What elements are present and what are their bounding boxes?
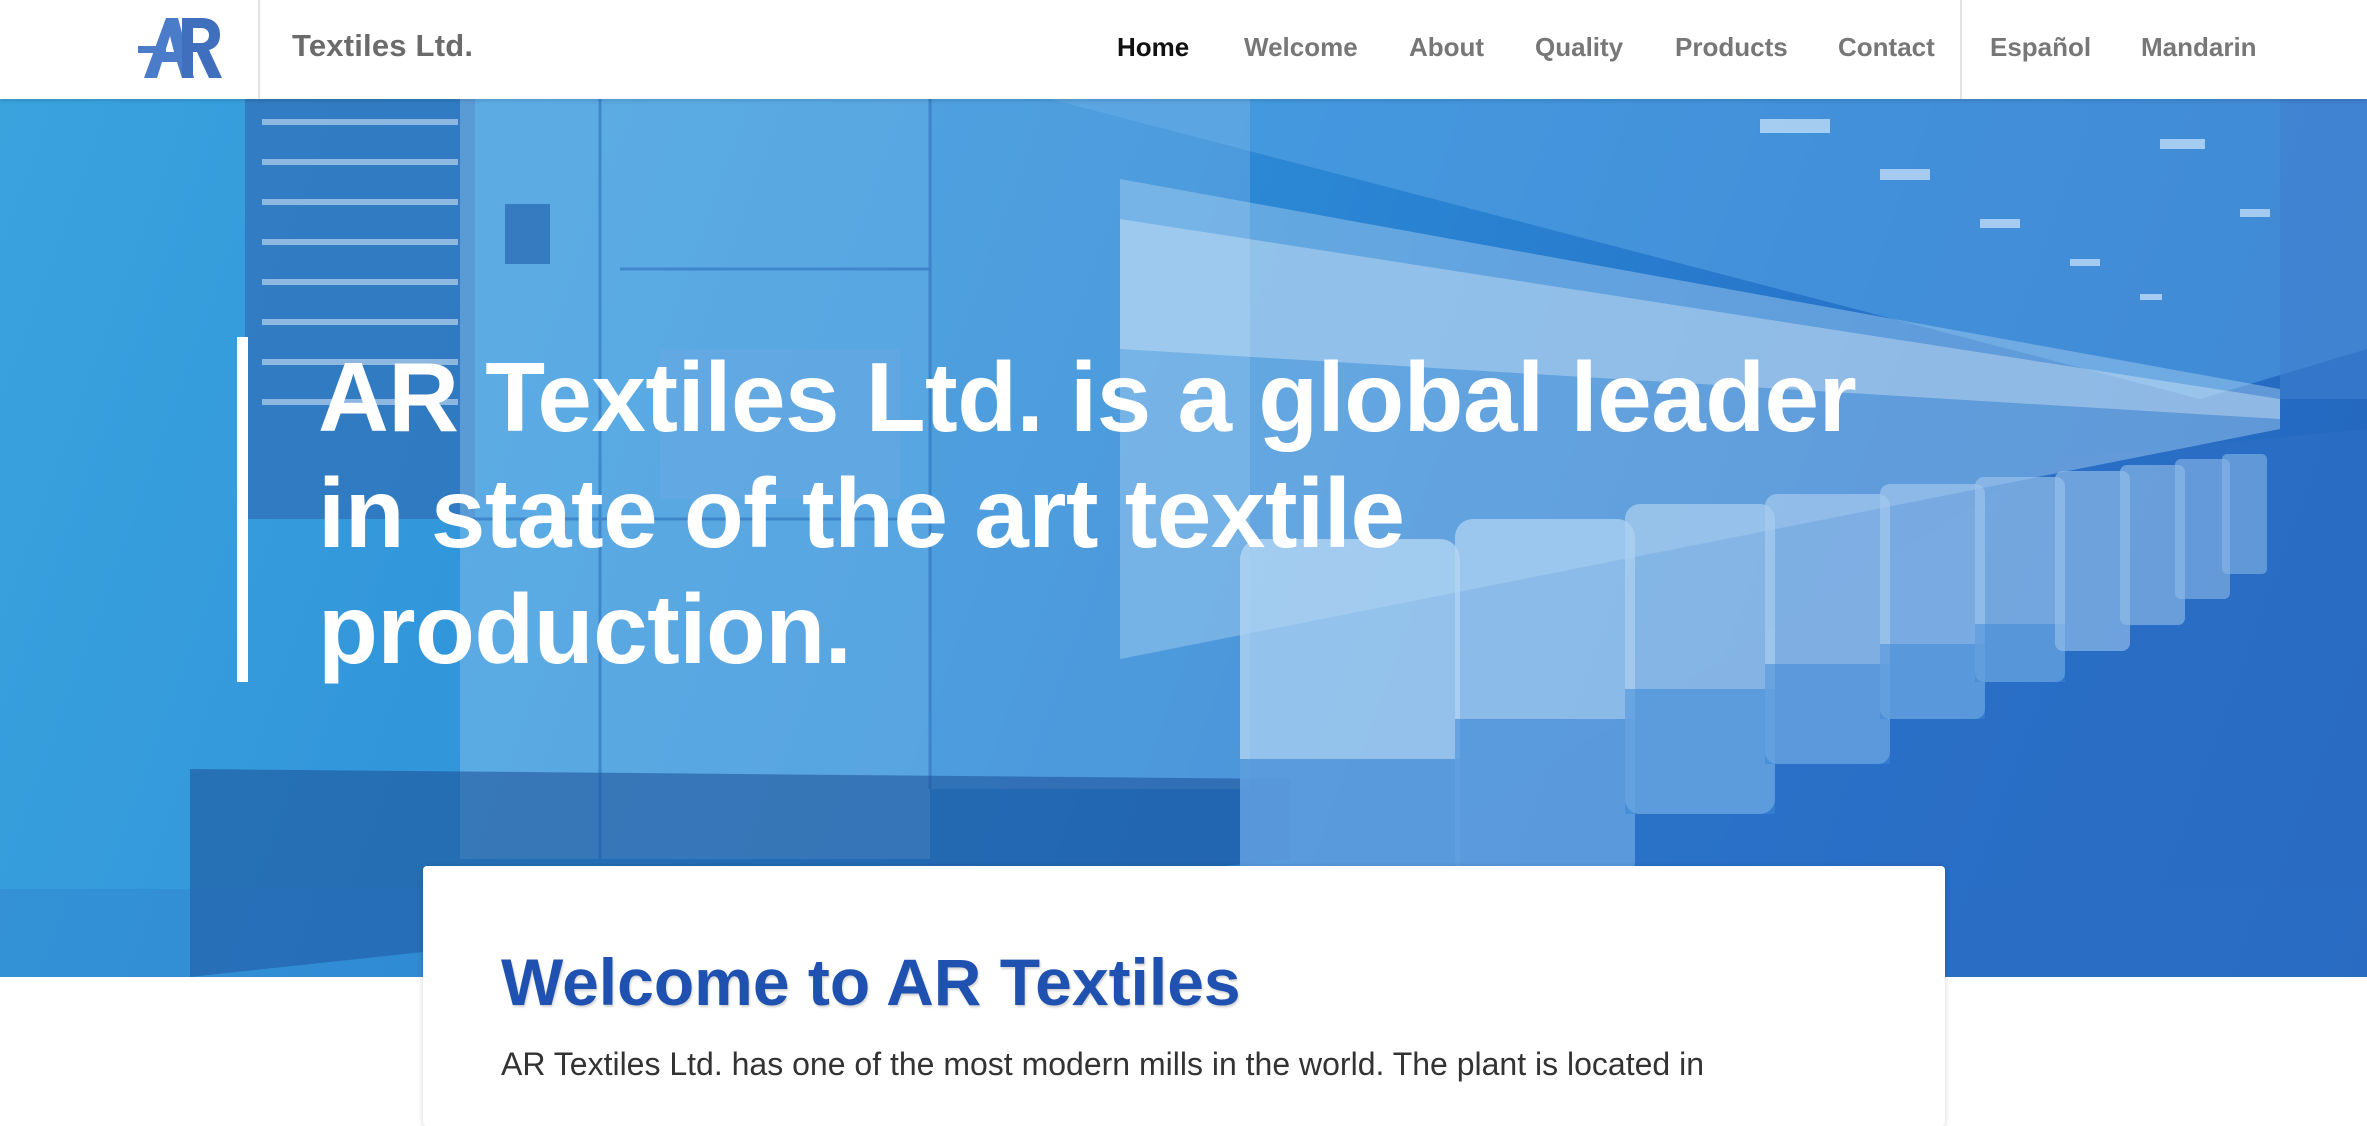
brand-divider (258, 0, 260, 99)
nav-lang-mandarin[interactable]: Mandarin (2141, 32, 2257, 63)
hero-headline: AR Textiles Ltd. is a global leader in s… (318, 342, 1857, 684)
hero-banner: AR Textiles Ltd. is a global leader in s… (0, 99, 2367, 977)
nav-lang-espanol[interactable]: Español (1990, 32, 2091, 63)
nav-home[interactable]: Home (1117, 32, 1189, 63)
welcome-title: Welcome to AR Textiles (501, 945, 1241, 1019)
welcome-text: AR Textiles Ltd. has one of the most mod… (501, 1046, 1704, 1082)
hero-accent-bar (237, 337, 248, 682)
language-divider (1960, 0, 1962, 99)
nav-contact[interactable]: Contact (1838, 32, 1935, 63)
brand-name[interactable]: Textiles Ltd. (292, 28, 473, 64)
nav-welcome[interactable]: Welcome (1244, 32, 1358, 63)
nav-about[interactable]: About (1409, 32, 1484, 63)
nav-quality[interactable]: Quality (1535, 32, 1623, 63)
nav-products[interactable]: Products (1675, 32, 1788, 63)
ar-logo[interactable] (136, 12, 226, 82)
welcome-card: Welcome to AR Textiles AR Textiles Ltd. … (423, 866, 1945, 1126)
top-navbar: Textiles Ltd. Home Welcome About Quality… (0, 0, 2367, 99)
